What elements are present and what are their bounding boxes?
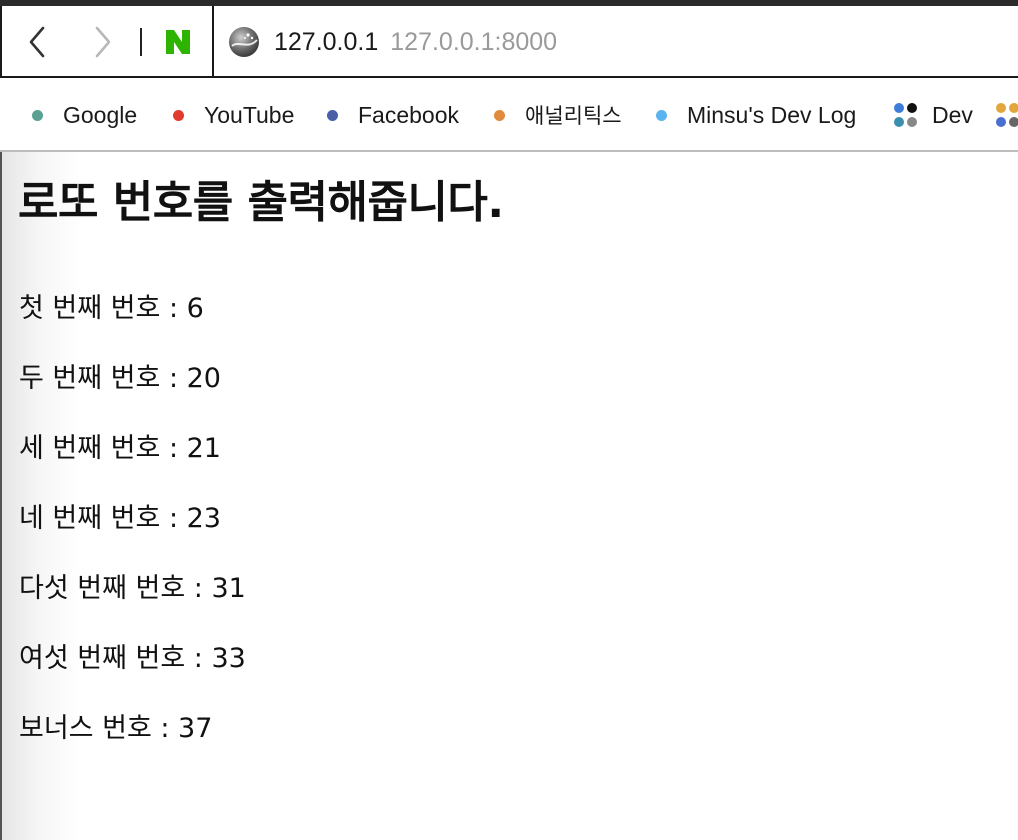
bookmark-dot-icon xyxy=(494,109,505,121)
lotto-number-4: 네 번째 번호 : 23 xyxy=(19,503,221,534)
chevron-right-icon xyxy=(95,26,111,58)
chevron-left-icon xyxy=(29,26,45,58)
address-bar[interactable]: 127.0.0.1 127.0.0.1:8000 xyxy=(228,22,988,62)
lotto-number-6: 여섯 번째 번호 : 33 xyxy=(19,643,246,674)
bookmark-dot-icon xyxy=(173,109,184,121)
folder-grid-icon xyxy=(996,103,1018,127)
page-content: 로또 번호를 출력해줍니다. 첫 번째 번호 : 6 두 번째 번호 : 20 … xyxy=(0,152,1018,840)
lotto-number-1: 첫 번째 번호 : 6 xyxy=(19,293,204,324)
bookmarks-bar: Google YouTube Facebook 애널리틱스 Minsu's De… xyxy=(0,78,1018,152)
address-host: 127.0.0.1 xyxy=(274,27,379,56)
nav-divider xyxy=(140,28,142,56)
bookmark-label: YouTube xyxy=(204,101,295,128)
lotto-number-2: 두 번째 번호 : 20 xyxy=(19,363,221,394)
bookmark-label: 애널리틱스 xyxy=(525,104,622,128)
naver-n-icon xyxy=(166,30,190,54)
bookmark-label: Dev xyxy=(932,101,973,128)
folder-grid-icon xyxy=(894,103,918,127)
globe-icon xyxy=(229,27,259,57)
forward-button[interactable] xyxy=(88,24,118,60)
naver-home-button[interactable] xyxy=(162,26,194,58)
bookmark-folder-overflow[interactable] xyxy=(996,78,1018,150)
bookmark-label: Facebook xyxy=(358,101,460,128)
browser-toolbar: 127.0.0.1 127.0.0.1:8000 xyxy=(0,6,1018,78)
bookmark-analytics[interactable]: 애널리틱스 xyxy=(494,78,622,150)
bookmark-minsu-dev-log[interactable]: Minsu's Dev Log xyxy=(656,78,857,150)
page-title: 로또 번호를 출력해줍니다. xyxy=(18,177,504,228)
address-full-url: 127.0.0.1:8000 xyxy=(390,27,558,56)
back-button[interactable] xyxy=(22,24,52,60)
bookmark-google[interactable]: Google xyxy=(32,78,138,150)
nav-controls xyxy=(0,6,214,78)
lotto-bonus-number: 보너스 번호 : 37 xyxy=(19,713,213,744)
bookmark-dot-icon xyxy=(656,109,667,121)
bookmark-folder-dev[interactable]: Dev xyxy=(894,78,973,150)
lotto-number-3: 세 번째 번호 : 21 xyxy=(19,433,221,464)
lotto-number-5: 다섯 번째 번호 : 31 xyxy=(19,573,246,604)
bookmark-label: Minsu's Dev Log xyxy=(687,101,857,128)
bookmark-youtube[interactable]: YouTube xyxy=(173,78,295,150)
bookmark-label: Google xyxy=(63,101,138,128)
bookmark-facebook[interactable]: Facebook xyxy=(327,78,460,150)
bookmark-dot-icon xyxy=(32,109,43,121)
bookmark-dot-icon xyxy=(327,109,338,121)
